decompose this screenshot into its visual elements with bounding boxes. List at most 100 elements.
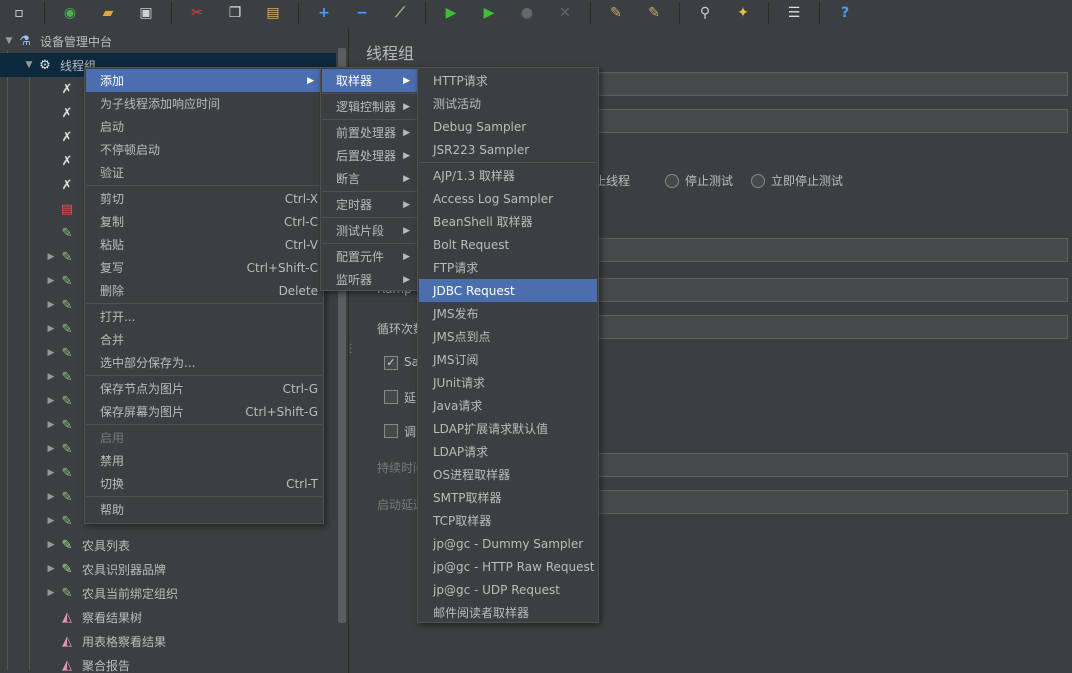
tree-node-item[interactable]: ◭ 察看结果树: [44, 605, 142, 629]
add-menu-item[interactable]: 断言 ▶: [322, 167, 418, 190]
sampler-menu-item[interactable]: OS进程取样器: [419, 463, 597, 486]
templates-button[interactable]: ◉: [57, 1, 83, 25]
sampler-menu-item[interactable]: FTP请求: [419, 256, 597, 279]
tree-node-root[interactable]: ▼ ⚗ 设备管理中台: [2, 29, 112, 53]
context-menu-item[interactable]: 选中部分保存为...: [86, 351, 322, 374]
tree-node-child[interactable]: ▶ ✎: [44, 509, 82, 533]
name-input[interactable]: [596, 72, 1068, 96]
add-menu-item[interactable]: 取样器 ▶: [322, 69, 418, 92]
tree-node-item[interactable]: ◭ 聚合报告: [44, 653, 130, 673]
tree-node-child[interactable]: ✗: [44, 149, 82, 173]
tree-node-child[interactable]: ✗: [44, 77, 82, 101]
sampler-menu-item[interactable]: Debug Sampler: [419, 115, 597, 138]
open-button[interactable]: ▰: [95, 1, 121, 25]
sampler-menu-item[interactable]: TCP取样器: [419, 509, 597, 532]
function-helper-button[interactable]: ☰: [781, 1, 807, 25]
context-menu-item[interactable]: 保存屏幕为图片 Ctrl+Shift-G: [86, 400, 322, 423]
expand-arrow-icon[interactable]: ▶: [44, 324, 58, 334]
new-button[interactable]: ▫: [6, 1, 32, 25]
sampler-menu-item[interactable]: JDBC Request: [419, 279, 597, 302]
expand-arrow-icon[interactable]: ▶: [44, 372, 58, 382]
scheduler-checkbox[interactable]: [384, 424, 398, 438]
sampler-menu-item[interactable]: HTTP请求: [419, 69, 597, 92]
paste-button[interactable]: ▤: [260, 1, 286, 25]
shutdown-button[interactable]: ✕: [552, 1, 578, 25]
expand-arrow-icon[interactable]: ▶: [44, 420, 58, 430]
context-menu-item[interactable]: 保存节点为图片 Ctrl-G: [86, 377, 322, 400]
tree-node-child[interactable]: ▶ ✎: [44, 413, 82, 437]
tree-node-child[interactable]: ▶ ✎: [44, 437, 82, 461]
tree-node-child[interactable]: ✗: [44, 125, 82, 149]
tree-node-item[interactable]: ◭ 用表格察看结果: [44, 629, 166, 653]
start-button[interactable]: ▶: [438, 1, 464, 25]
tree-node-child[interactable]: ✎: [44, 221, 82, 245]
stop-button[interactable]: ●: [514, 1, 540, 25]
tree-node-child[interactable]: ▶ ✎: [44, 389, 82, 413]
context-menu-item[interactable]: 为子线程添加响应时间: [86, 92, 322, 115]
sampler-menu-item[interactable]: 测试活动: [419, 92, 597, 115]
start-no-pause-button[interactable]: ▶: [476, 1, 502, 25]
comments-input[interactable]: [596, 109, 1068, 133]
radio-stop-test[interactable]: 停止测试: [665, 172, 733, 189]
context-menu-item[interactable]: 添加 ▶: [86, 69, 322, 92]
save-button[interactable]: ▣: [133, 1, 159, 25]
tree-node-child[interactable]: ✗: [44, 173, 82, 197]
expand-arrow-icon[interactable]: ▶: [44, 492, 58, 502]
tree-node-child[interactable]: ▶ ✎: [44, 317, 82, 341]
sampler-menu-item[interactable]: JUnit请求: [419, 371, 597, 394]
tree-node-item[interactable]: ▶ ✎ 农具识别器品牌: [44, 557, 166, 581]
radio-dot[interactable]: [751, 173, 765, 188]
thread-count-input[interactable]: [596, 238, 1068, 262]
expand-arrow-icon[interactable]: ▶: [44, 468, 58, 478]
expand-arrow-icon[interactable]: ▶: [44, 516, 58, 526]
context-menu-item[interactable]: 打开...: [86, 305, 322, 328]
expand-arrow-icon[interactable]: ▶: [44, 396, 58, 406]
radio-stop-now[interactable]: 立即停止测试: [751, 172, 843, 189]
tree-node-child[interactable]: ▶ ✎: [44, 485, 82, 509]
context-menu-item[interactable]: 切换 Ctrl-T: [86, 472, 322, 495]
tree-node-item[interactable]: ▶ ✎ 农具列表: [44, 533, 130, 557]
cut-button[interactable]: ✂: [184, 1, 210, 25]
context-menu-item[interactable]: 启动: [86, 115, 322, 138]
sampler-menu-item[interactable]: jp@gc - HTTP Raw Request: [419, 555, 597, 578]
toggle-button[interactable]: ⟋: [387, 1, 413, 25]
expand-arrow-icon[interactable]: ▶: [44, 564, 58, 574]
sampler-menu-item[interactable]: 邮件阅读者取样器: [419, 601, 597, 624]
add-menu-item[interactable]: 测试片段 ▶: [322, 219, 418, 242]
sampler-menu-item[interactable]: jp@gc - UDP Request: [419, 578, 597, 601]
context-menu-item[interactable]: 禁用: [86, 449, 322, 472]
add-menu-item[interactable]: 监听器 ▶: [322, 268, 418, 291]
duration-input[interactable]: [596, 453, 1068, 477]
collapse-arrow-icon[interactable]: ▼: [22, 60, 36, 70]
tree-node-child[interactable]: ✗: [44, 101, 82, 125]
tree-node-child[interactable]: ▶ ✎: [44, 245, 82, 269]
reset-search-button[interactable]: ✦: [730, 1, 756, 25]
collapse-arrow-icon[interactable]: ▼: [2, 36, 16, 46]
sampler-menu-item[interactable]: JSR223 Sampler: [419, 138, 597, 161]
sampler-menu-item[interactable]: JMS点到点: [419, 325, 597, 348]
expand-arrow-icon[interactable]: ▶: [44, 348, 58, 358]
startup-delay-input[interactable]: [596, 490, 1068, 514]
context-menu-item[interactable]: 不停顿启动: [86, 138, 322, 161]
help-button[interactable]: ?: [832, 1, 858, 25]
clear-button[interactable]: ✎: [603, 1, 629, 25]
tree-node-child[interactable]: ▶ ✎: [44, 461, 82, 485]
sampler-menu-item[interactable]: Java请求: [419, 394, 597, 417]
add-menu-item[interactable]: 定时器 ▶: [322, 193, 418, 216]
sampler-menu-item[interactable]: Access Log Sampler: [419, 187, 597, 210]
tree-node-child[interactable]: ▶ ✎: [44, 341, 82, 365]
context-menu-item[interactable]: 验证: [86, 161, 322, 184]
add-menu-item[interactable]: 配置元件 ▶: [322, 245, 418, 268]
add-menu-item[interactable]: 逻辑控制器 ▶: [322, 95, 418, 118]
sampler-menu-item[interactable]: JMS发布: [419, 302, 597, 325]
sampler-menu-item[interactable]: jp@gc - Dummy Sampler: [419, 532, 597, 555]
context-menu-item[interactable]: 删除 Delete: [86, 279, 322, 302]
delay-thread-checkbox[interactable]: [384, 390, 398, 404]
clear-all-button[interactable]: ✎: [641, 1, 667, 25]
add-menu-item[interactable]: 前置处理器 ▶: [322, 121, 418, 144]
same-user-checkbox[interactable]: ✓: [384, 356, 398, 370]
collapse-button[interactable]: −: [349, 1, 375, 25]
expand-button[interactable]: +: [311, 1, 337, 25]
sampler-menu-item[interactable]: Bolt Request: [419, 233, 597, 256]
expand-arrow-icon[interactable]: ▶: [44, 252, 58, 262]
